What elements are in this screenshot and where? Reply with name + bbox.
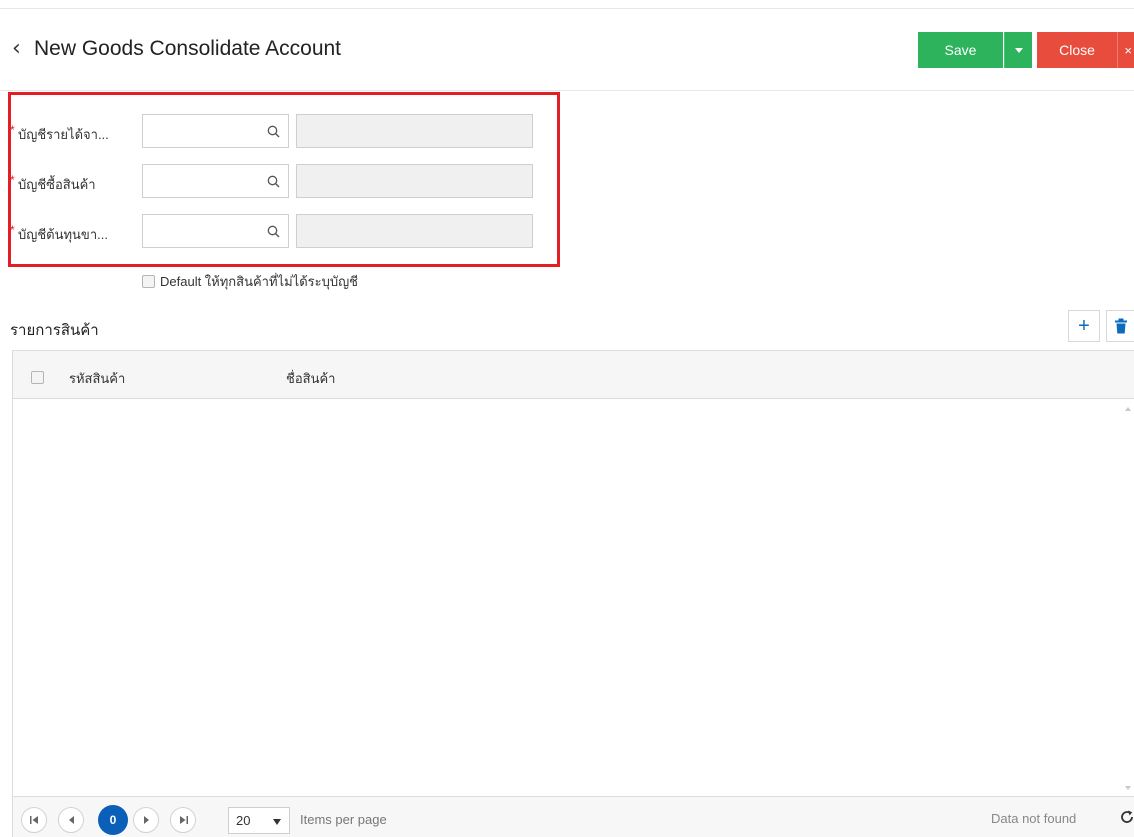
delete-item-button[interactable] xyxy=(1106,310,1134,342)
items-grid: รหัสสินค้า ชื่อสินค้า 0 20 Items per pag… xyxy=(12,350,1134,837)
last-page-button[interactable] xyxy=(170,807,196,833)
default-checkbox-row: Default ให้ทุกสินค้าที่ไม่ได้ระบุบัญชี xyxy=(142,272,358,290)
prev-page-button[interactable] xyxy=(58,807,84,833)
next-page-button[interactable] xyxy=(133,807,159,833)
current-page-button[interactable]: 0 xyxy=(98,805,128,835)
items-per-page-label: Items per page xyxy=(300,812,387,827)
account-name-field xyxy=(296,214,533,248)
account-search-input[interactable] xyxy=(142,214,289,248)
scroll-up-arrow-icon[interactable] xyxy=(1125,407,1131,411)
field-label: บัญชีต้นทุนขา... xyxy=(18,227,108,242)
refresh-icon[interactable] xyxy=(1119,809,1134,825)
search-icon[interactable] xyxy=(266,174,282,190)
page-size-value: 20 xyxy=(236,813,251,828)
column-header-name[interactable]: ชื่อสินค้า xyxy=(286,368,335,389)
required-mark: * xyxy=(10,223,15,237)
next-page-icon xyxy=(143,816,149,824)
form-row-revenue-account: * บัญชีรายได้จา... xyxy=(0,114,560,150)
search-icon[interactable] xyxy=(266,224,282,240)
form-row-purchase-account: * บัญชีซื้อสินค้า xyxy=(0,164,560,200)
prev-page-icon xyxy=(68,816,74,824)
account-search-input[interactable] xyxy=(142,164,289,198)
form-row-cost-account: * บัญชีต้นทุนขา... xyxy=(0,214,560,250)
page-header: ‹ New Goods Consolidate Account Save Clo… xyxy=(0,9,1134,91)
account-name-field xyxy=(296,164,533,198)
search-icon[interactable] xyxy=(266,124,282,140)
grid-header: รหัสสินค้า ชื่อสินค้า xyxy=(13,351,1134,399)
save-dropdown-button[interactable] xyxy=(1004,32,1032,68)
data-status-text: Data not found xyxy=(991,811,1077,826)
last-page-icon xyxy=(179,816,188,824)
pager: 0 20 Items per page Data not found xyxy=(13,796,1134,837)
chevron-left-icon[interactable]: ‹ xyxy=(12,38,21,60)
close-button[interactable]: Close xyxy=(1037,32,1117,68)
account-search-input[interactable] xyxy=(142,114,289,148)
top-strip xyxy=(0,0,1134,9)
field-label: บัญชีซื้อสินค้า xyxy=(18,177,96,192)
column-header-code[interactable]: รหัสสินค้า xyxy=(69,368,125,389)
default-checkbox[interactable] xyxy=(142,274,155,288)
select-all-checkbox[interactable] xyxy=(31,371,44,384)
scroll-down-arrow-icon[interactable] xyxy=(1125,786,1131,790)
items-section-title: รายการสินค้า xyxy=(10,322,99,339)
required-mark: * xyxy=(10,173,15,187)
close-icon: × xyxy=(1124,42,1132,58)
field-label: บัญชีรายได้จา... xyxy=(18,127,109,142)
account-name-field xyxy=(296,114,533,148)
first-page-button[interactable] xyxy=(21,807,47,833)
page-title: New Goods Consolidate Account xyxy=(34,37,342,60)
trash-icon xyxy=(1115,318,1127,334)
caret-down-icon xyxy=(273,819,281,825)
grid-body xyxy=(13,399,1134,796)
required-mark: * xyxy=(10,123,15,137)
page-size-select[interactable]: 20 xyxy=(228,807,290,834)
save-button[interactable]: Save xyxy=(918,32,1003,68)
default-checkbox-label: Default ให้ทุกสินค้าที่ไม่ได้ระบุบัญชี xyxy=(160,273,359,289)
first-page-icon xyxy=(29,816,38,824)
caret-down-icon xyxy=(1014,47,1023,53)
close-x-button[interactable]: × xyxy=(1117,32,1134,68)
add-item-button[interactable]: + xyxy=(1068,310,1100,342)
